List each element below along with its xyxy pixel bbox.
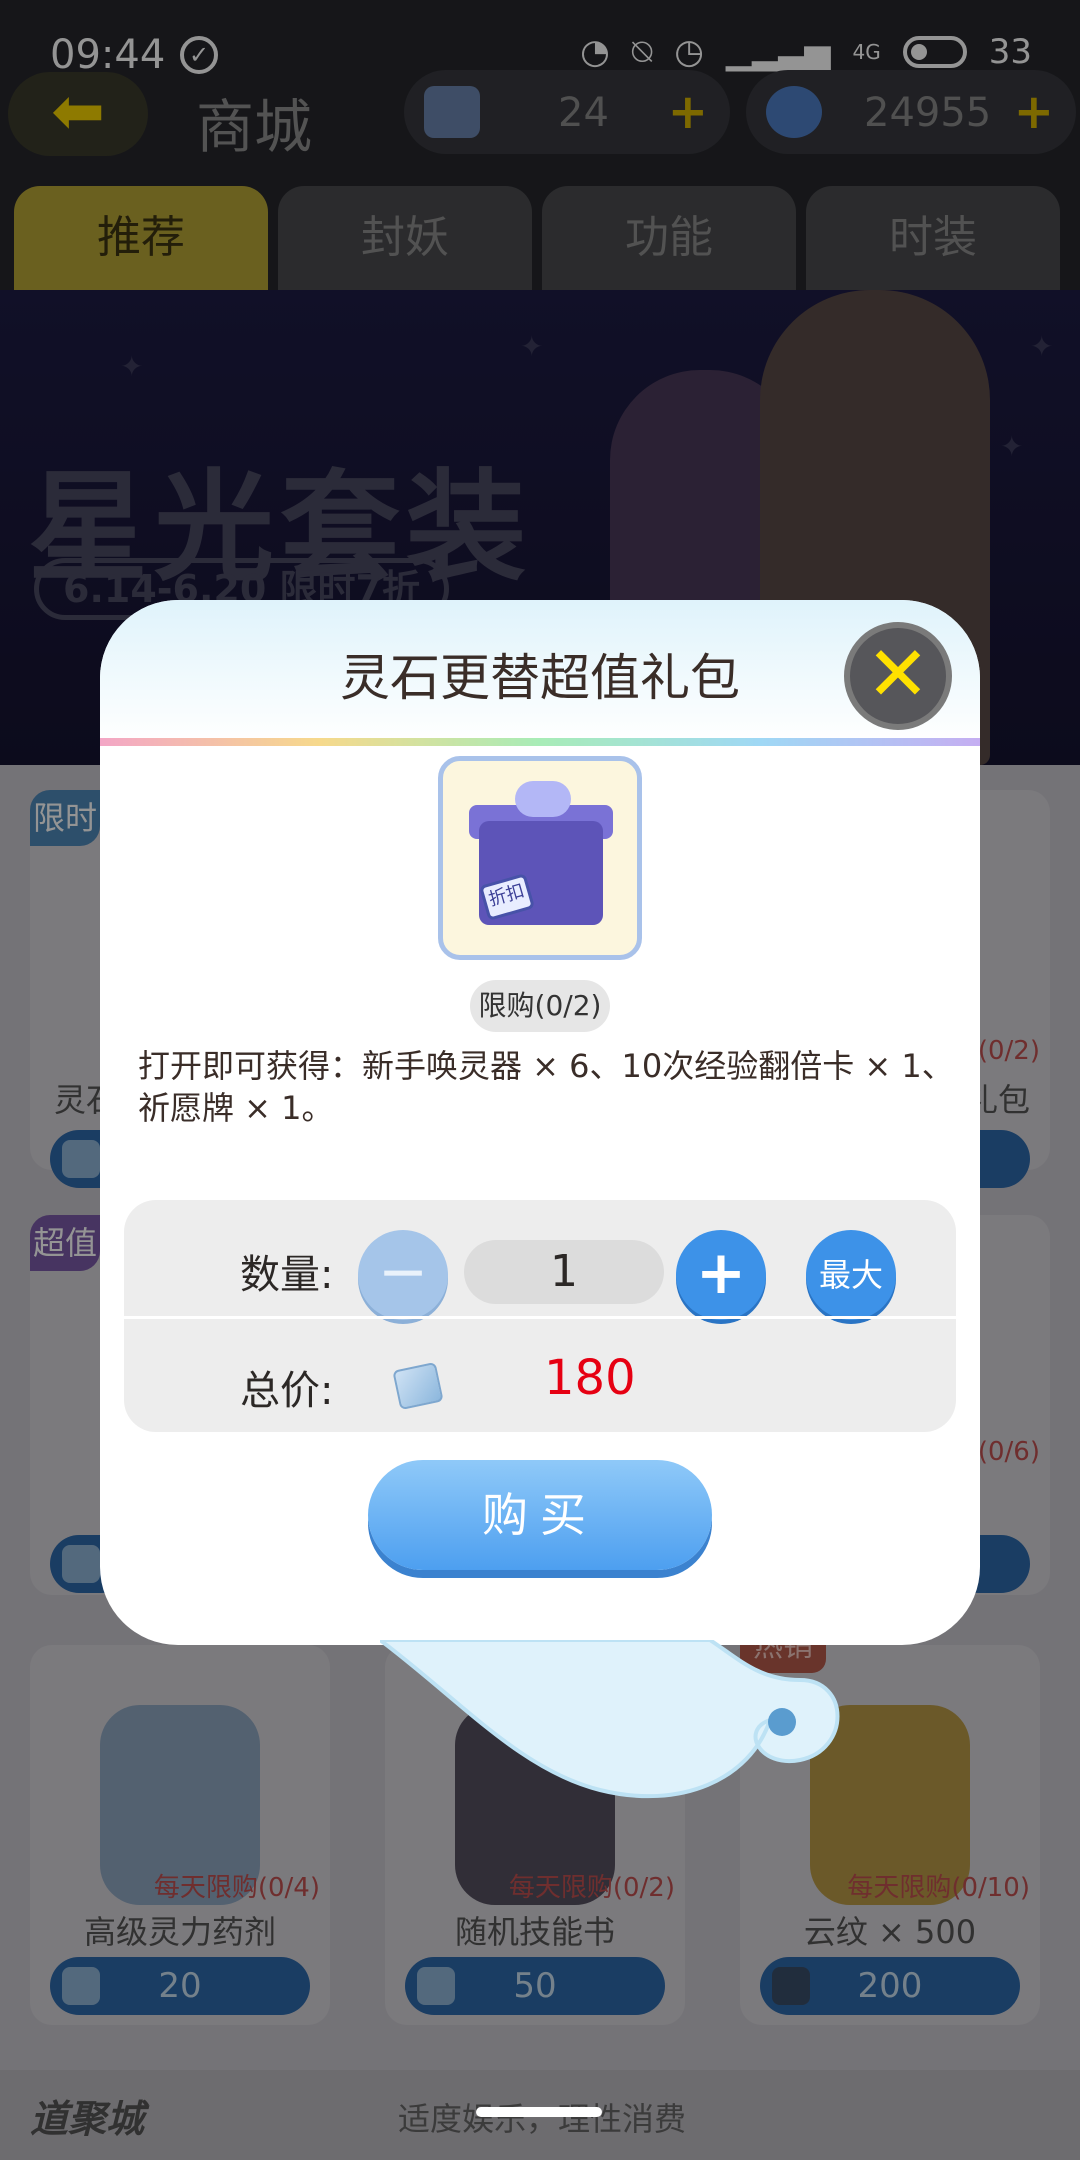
purchase-dialog: 灵石更替超值礼包 ✕ 折扣 限购(0/2) 打开即可获得：新手唤灵器 × 6、1… bbox=[100, 600, 980, 1799]
gift-bow-icon bbox=[515, 781, 571, 817]
package-description: 打开即可获得：新手唤灵器 × 6、10次经验翻倍卡 × 1、祈愿牌 × 1。 bbox=[138, 1047, 954, 1127]
total-price: 180 bbox=[544, 1350, 636, 1406]
home-indicator[interactable] bbox=[476, 2107, 602, 2117]
cloud-tail-decoration bbox=[380, 1640, 840, 1799]
close-button[interactable]: ✕ bbox=[844, 622, 952, 730]
close-icon: ✕ bbox=[866, 629, 930, 718]
quantity-label: 数量: bbox=[240, 1252, 334, 1298]
quantity-field[interactable]: 1 bbox=[464, 1240, 664, 1304]
plus-icon: + bbox=[695, 1238, 747, 1308]
gift-package-image: 折扣 bbox=[438, 756, 642, 960]
total-label: 总价: bbox=[240, 1368, 334, 1414]
quantity-panel: 数量: − 1 + 最大 总价: 180 bbox=[124, 1200, 956, 1432]
minus-icon: − bbox=[377, 1237, 429, 1307]
decrease-button[interactable]: − bbox=[358, 1230, 448, 1320]
rainbow-divider bbox=[100, 738, 980, 746]
ticket-icon bbox=[392, 1361, 444, 1411]
purchase-limit-badge: 限购(0/2) bbox=[470, 980, 610, 1032]
max-button[interactable]: 最大 bbox=[806, 1230, 896, 1320]
buy-button[interactable]: 购买 bbox=[368, 1460, 712, 1570]
increase-button[interactable]: + bbox=[676, 1230, 766, 1320]
divider bbox=[124, 1316, 956, 1319]
